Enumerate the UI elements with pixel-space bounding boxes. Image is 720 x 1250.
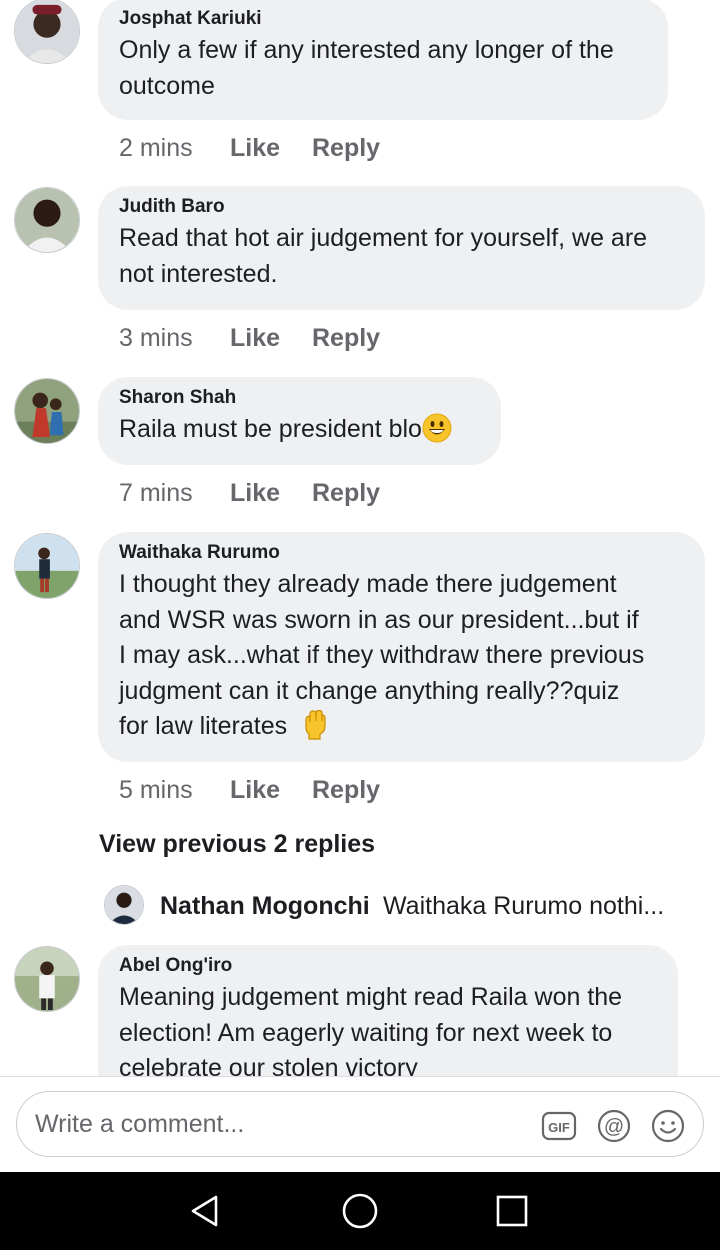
comment-actions: 3 mins Like Reply	[119, 323, 380, 353]
grinning-face-emoji	[422, 413, 452, 454]
comment-text: Raila must be president blo	[119, 412, 480, 454]
comment-author[interactable]: Waithaka Rurumo	[119, 542, 684, 564]
svg-text:GIF: GIF	[548, 1120, 570, 1135]
comment-actions: 7 mins Like Reply	[119, 478, 380, 508]
comment-actions: 5 mins Like Reply	[119, 775, 380, 805]
recents-icon[interactable]	[492, 1191, 532, 1231]
reply-author[interactable]: Nathan Mogonchi	[160, 891, 370, 921]
comment-actions: 2 mins Like Reply	[119, 133, 380, 163]
comment-text: I thought they already made there judgem…	[119, 567, 684, 751]
comment-text: Only a few if any interested any longer …	[119, 36, 614, 100]
timestamp: 3 mins	[119, 324, 193, 352]
comment-bubble[interactable]: Waithaka Rurumo I thought they already m…	[98, 532, 705, 762]
comment-input-placeholder: Write a comment...	[35, 1110, 245, 1138]
emoji-icon[interactable]	[650, 1108, 686, 1144]
svg-text:@: @	[604, 1116, 624, 1138]
like-button[interactable]: Like	[230, 133, 312, 163]
reply-snippet: Waithaka Rurumo nothi...	[383, 892, 665, 920]
comment-author[interactable]: Josphat Kariuki	[119, 8, 647, 30]
comment-author[interactable]: Abel Ong'iro	[119, 955, 657, 977]
reply-button[interactable]: Reply	[312, 323, 380, 353]
comment-input[interactable]: Write a comment... GIF @	[16, 1091, 704, 1157]
system-navigation-bar	[0, 1172, 720, 1250]
comment-author[interactable]: Sharon Shah	[119, 387, 480, 409]
like-button[interactable]: Like	[230, 323, 312, 353]
comments-feed: Josphat Kariuki Only a few if any intere…	[0, 0, 720, 1076]
like-button[interactable]: Like	[230, 775, 312, 805]
like-button[interactable]: Like	[230, 478, 312, 508]
avatar[interactable]	[14, 187, 80, 253]
comment-text: Read that hot air judgement for yourself…	[119, 224, 648, 288]
comment-composer: Write a comment... GIF @	[0, 1076, 720, 1172]
comment-bubble[interactable]: Sharon Shah Raila must be president blo	[98, 377, 501, 465]
comment-text: Meaning judgement might read Raila won t…	[119, 983, 623, 1076]
home-icon[interactable]	[340, 1191, 380, 1231]
timestamp: 2 mins	[119, 134, 193, 162]
avatar[interactable]	[14, 0, 80, 64]
mention-icon[interactable]: @	[596, 1108, 632, 1144]
avatar[interactable]	[104, 885, 144, 925]
back-icon[interactable]	[186, 1191, 226, 1231]
timestamp: 7 mins	[119, 479, 193, 507]
timestamp: 5 mins	[119, 776, 193, 804]
reply-button[interactable]: Reply	[312, 133, 380, 163]
reply-button[interactable]: Reply	[312, 478, 380, 508]
nested-reply-preview[interactable]: Nathan Mogonchi Waithaka Rurumo nothi...	[104, 885, 714, 925]
gif-icon[interactable]: GIF	[541, 1108, 577, 1144]
comment-author[interactable]: Judith Baro	[119, 196, 684, 218]
comment-bubble[interactable]: Josphat Kariuki Only a few if any intere…	[98, 0, 668, 120]
comment-bubble[interactable]: Judith Baro Read that hot air judgement …	[98, 186, 705, 310]
comment-bubble[interactable]: Abel Ong'iro Meaning judgement might rea…	[98, 945, 678, 1076]
avatar[interactable]	[14, 946, 80, 1012]
avatar[interactable]	[14, 533, 80, 599]
raised-fist-emoji	[301, 709, 329, 751]
reply-button[interactable]: Reply	[312, 775, 380, 805]
view-previous-replies-link[interactable]: View previous 2 replies	[99, 828, 375, 860]
avatar[interactable]	[14, 378, 80, 444]
